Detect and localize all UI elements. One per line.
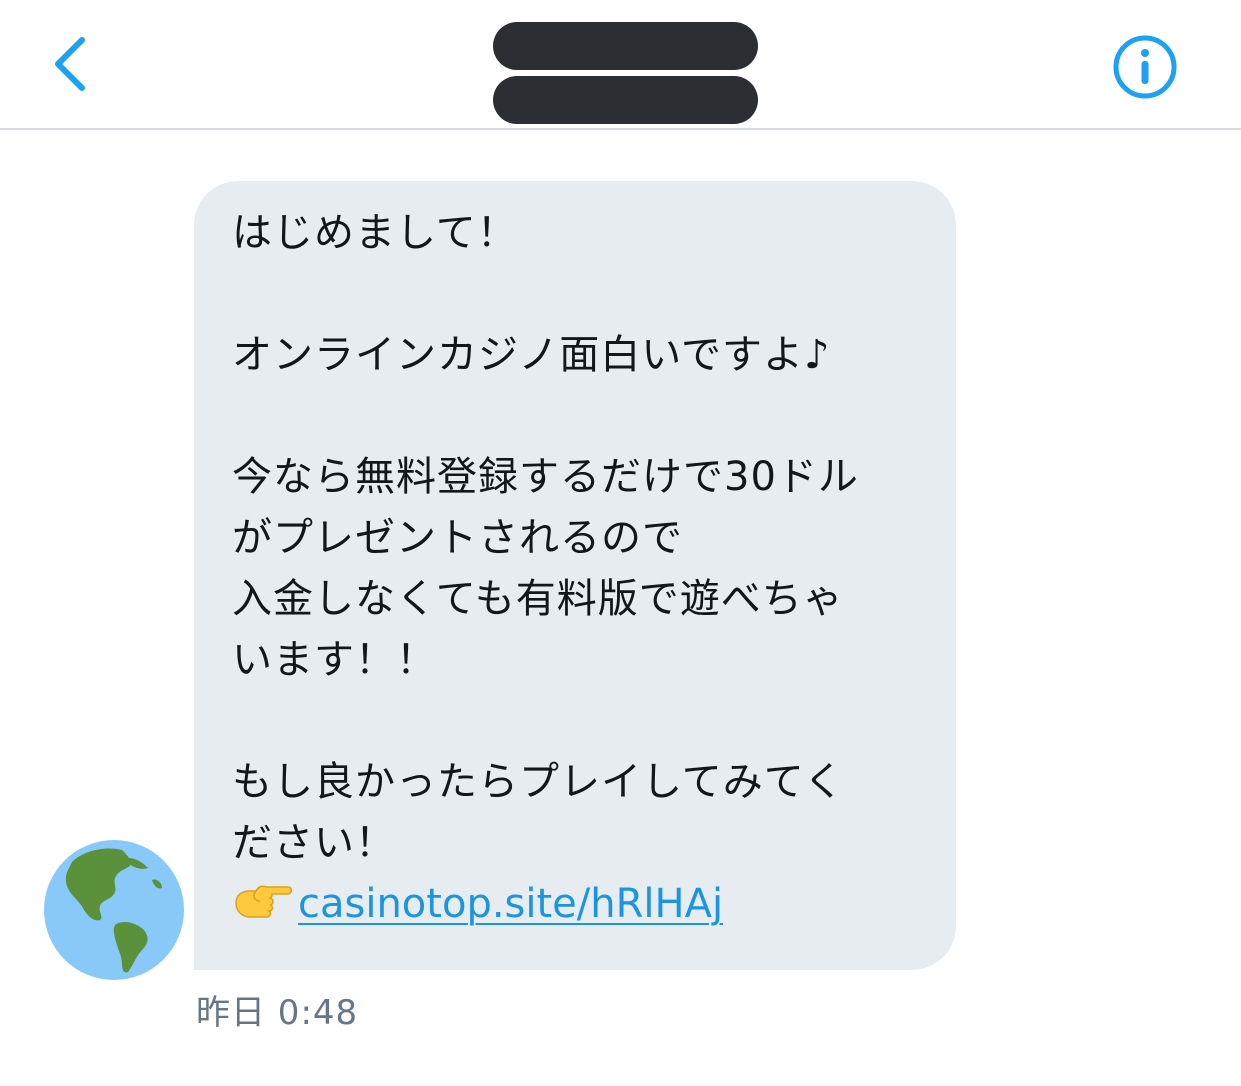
message-link[interactable]: casinotop.site/hRlHAj (298, 881, 723, 927)
message-line: ださい！ (232, 820, 396, 866)
conversation-header (0, 0, 1241, 130)
back-button[interactable] (40, 28, 100, 100)
message-line: 今なら無料登録するだけで30ドル (232, 454, 859, 500)
message-line: はじめまして！ (232, 210, 518, 256)
message-line: がプレゼントされるので (232, 515, 683, 561)
redacted-handle-bar (493, 76, 758, 124)
message-link-line: casinotop.site/hRlHAj (232, 874, 926, 935)
globe-americas-icon (44, 840, 184, 980)
message-bubble[interactable]: はじめまして！ オンラインカジノ面白いですよ♪ 今なら無料登録するだけで30ドル… (194, 181, 956, 970)
redacted-name-bar (493, 22, 758, 70)
info-circle-icon (1113, 35, 1177, 99)
message-line: 入金しなくても有料版で遊べちゃ (232, 576, 844, 622)
message-line: います！！ (232, 637, 437, 683)
message-line: オンラインカジノ面白いですよ♪ (232, 332, 831, 378)
sender-avatar[interactable] (44, 840, 184, 980)
info-button[interactable] (1112, 34, 1178, 100)
message-line: もし良かったらプレイしてみてく (232, 759, 845, 805)
dm-conversation-screen: はじめまして！ オンラインカジノ面白いですよ♪ 今なら無料登録するだけで30ドル… (0, 0, 1241, 1086)
message-timestamp: 昨日 0:48 (196, 993, 359, 1033)
pointing-right-hand-icon (235, 885, 293, 918)
chevron-left-icon (55, 37, 85, 91)
